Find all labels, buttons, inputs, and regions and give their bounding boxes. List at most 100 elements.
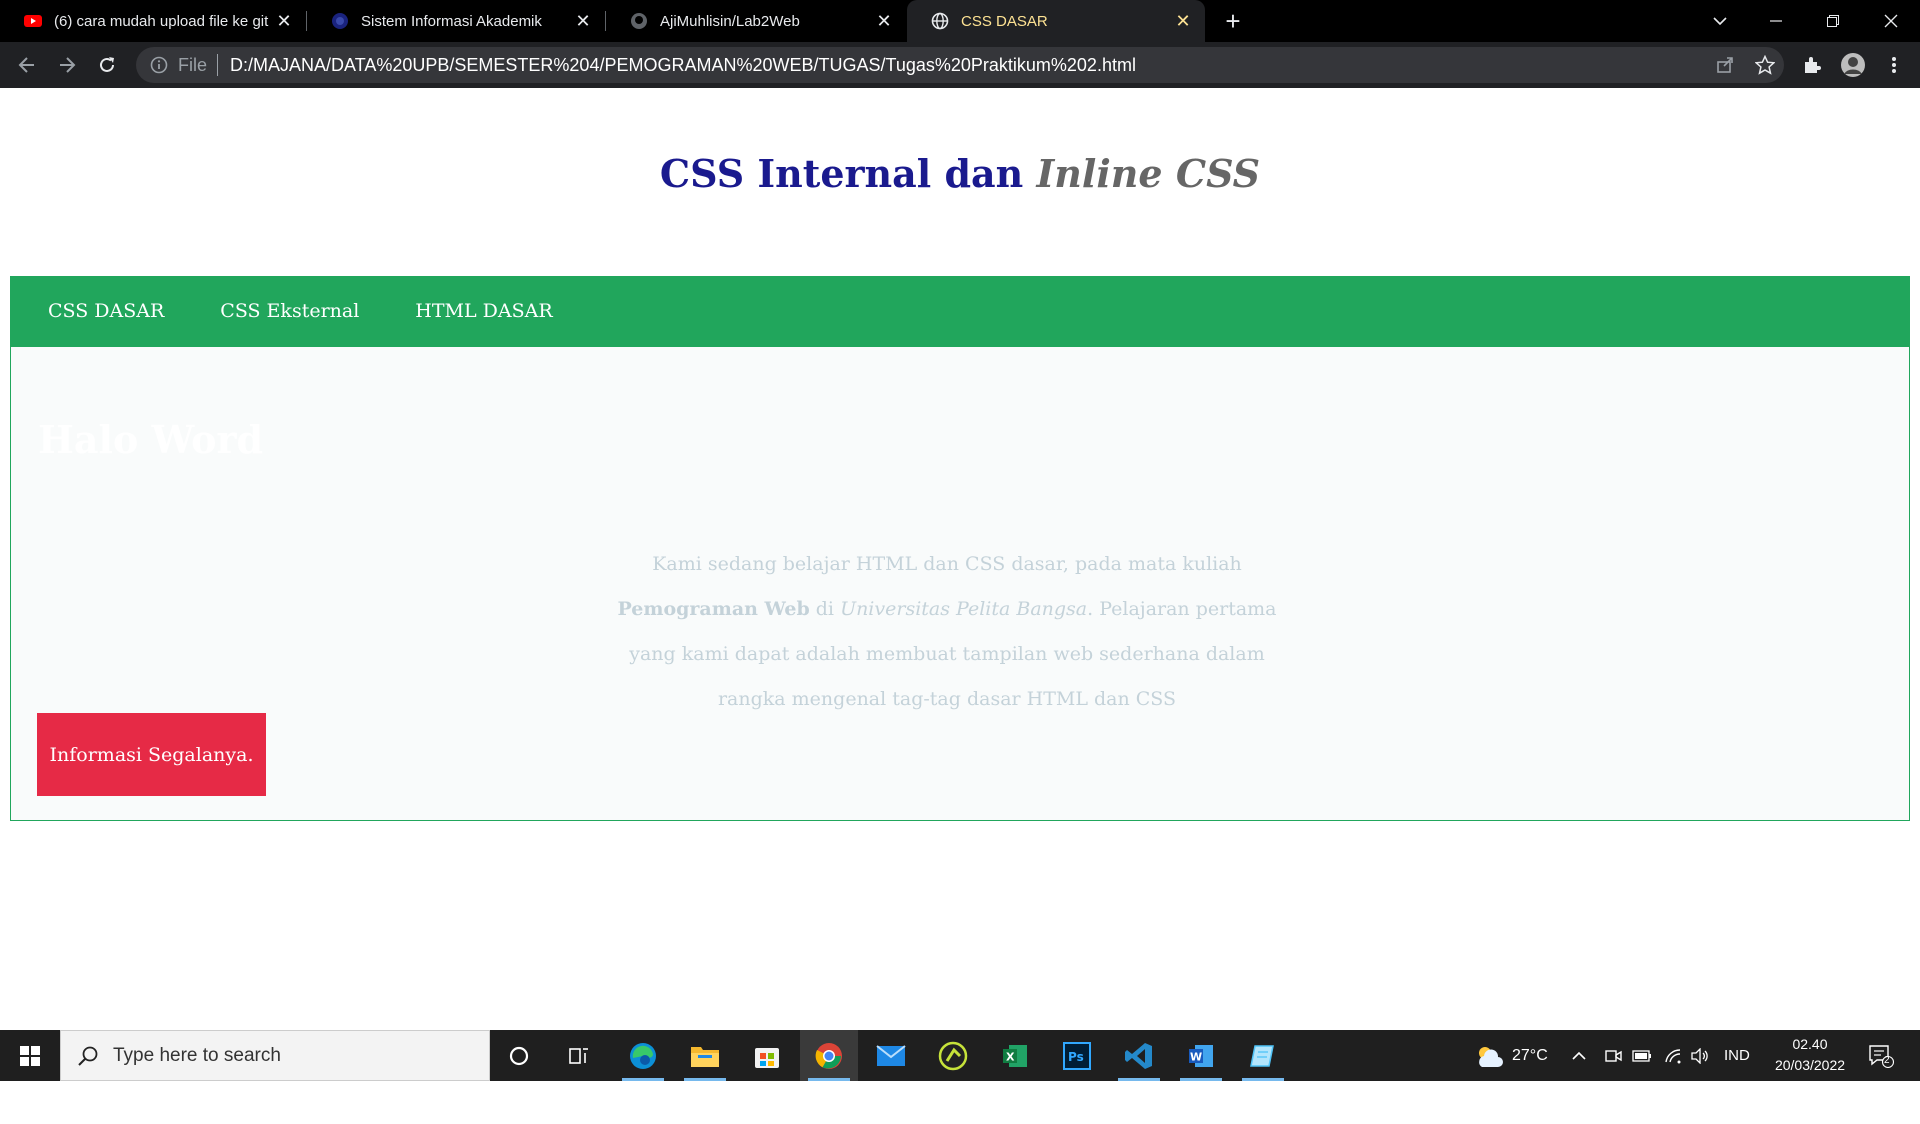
share-button[interactable] [1710, 50, 1740, 80]
edge-icon [630, 1042, 656, 1069]
photoshop-button[interactable]: Ps [1048, 1030, 1106, 1081]
tab-youtube[interactable]: (6) cara mudah upload file ke git ✕ [0, 0, 306, 42]
github-icon [631, 13, 647, 29]
avatar-icon [1841, 53, 1865, 77]
info-button[interactable]: Informasi Segalanya. [37, 713, 266, 796]
app-button[interactable] [924, 1030, 982, 1081]
notification-count: 2 [1884, 1055, 1890, 1066]
page-title: CSS Internal dan Inline CSS [0, 151, 1920, 196]
excel-button[interactable]: X [986, 1030, 1044, 1081]
word-button[interactable]: W [1172, 1030, 1230, 1081]
hello-heading: Halo Word [38, 417, 264, 462]
cortana-button[interactable] [490, 1030, 548, 1081]
tab-search-button[interactable] [1692, 0, 1748, 42]
intro-paragraph: Kami sedang belajar HTML dan CSS dasar, … [597, 542, 1297, 722]
taskbar: Type here to search X Ps W 27°C IND 02.4… [0, 1030, 1920, 1081]
clock-time: 02.40 [1792, 1036, 1828, 1052]
tab-title: CSS DASAR [961, 12, 1048, 30]
info-icon[interactable] [150, 56, 168, 74]
intro-text: Kami sedang belajar HTML dan CSS dasar, … [652, 553, 1242, 575]
network-button[interactable] [1664, 1030, 1682, 1081]
cortana-icon [509, 1046, 529, 1065]
word-icon: W [1189, 1044, 1213, 1067]
more-vert-icon [1892, 57, 1896, 73]
notepad-button[interactable] [1234, 1030, 1292, 1081]
file-explorer-icon [691, 1046, 719, 1067]
task-view-button[interactable] [550, 1030, 608, 1081]
arrow-right-icon [60, 57, 76, 73]
input-language[interactable]: IND [1724, 1030, 1750, 1081]
url-text[interactable]: D:/MAJANA/DATA%20UPB/SEMESTER%204/PEMOGR… [230, 55, 1136, 76]
profile-button[interactable] [1838, 50, 1868, 80]
minimize-button[interactable] [1748, 0, 1804, 42]
globe-icon [931, 12, 949, 30]
mail-button[interactable] [862, 1030, 920, 1081]
puzzle-icon [1805, 57, 1821, 73]
back-button[interactable] [12, 50, 42, 80]
start-button[interactable] [0, 1030, 60, 1081]
store-icon [755, 1047, 779, 1068]
task-view-icon [569, 1047, 588, 1064]
chevron-down-icon [1713, 17, 1727, 26]
restore-button[interactable] [1805, 0, 1861, 42]
show-hidden-icons[interactable] [1572, 1030, 1586, 1081]
volume-button[interactable] [1690, 1030, 1710, 1081]
store-button[interactable] [738, 1030, 796, 1081]
close-icon[interactable]: ✕ [575, 11, 591, 31]
tab-title: (6) cara mudah upload file ke git [54, 12, 269, 30]
extensions-button[interactable] [1797, 50, 1827, 80]
taskbar-search[interactable]: Type here to search [60, 1030, 490, 1081]
close-icon[interactable]: ✕ [1175, 11, 1191, 31]
svg-text:W: W [1190, 1050, 1202, 1063]
nav-link-html-dasar[interactable]: HTML DASAR [415, 300, 552, 322]
tab-title: Sistem Informasi Akademik [361, 12, 542, 30]
edge-button[interactable] [614, 1030, 672, 1081]
youtube-icon [24, 15, 42, 27]
search-placeholder: Type here to search [113, 1044, 281, 1066]
clock-date: 20/03/2022 [1774, 1057, 1846, 1073]
new-tab-button[interactable]: + [1205, 0, 1261, 42]
clock[interactable]: 02.40 20/03/2022 [1760, 1034, 1860, 1076]
url-separator [217, 54, 219, 76]
tab-css-dasar[interactable]: CSS DASAR ✕ [907, 0, 1205, 42]
file-label: File [178, 54, 208, 75]
close-window-button[interactable] [1863, 0, 1919, 42]
meet-now-button[interactable] [1604, 1030, 1622, 1081]
photoshop-icon: Ps [1063, 1041, 1091, 1070]
arrow-left-icon [18, 57, 34, 73]
page-title-main: CSS Internal dan [659, 151, 1037, 196]
intro-text: di [809, 598, 841, 620]
reload-icon [100, 57, 114, 72]
reload-button[interactable] [92, 50, 122, 80]
vscode-button[interactable] [1110, 1030, 1168, 1081]
app-icon [938, 1041, 968, 1070]
tab-siakad[interactable]: Sistem Informasi Akademik ✕ [307, 0, 605, 42]
menu-button[interactable] [1879, 50, 1909, 80]
camera-icon [1605, 1049, 1622, 1062]
battery-icon [1632, 1049, 1651, 1062]
share-icon [1717, 57, 1733, 73]
address-bar[interactable]: File D:/MAJANA/DATA%20UPB/SEMESTER%204/P… [136, 47, 1784, 83]
minimize-icon [1770, 20, 1782, 22]
windows-logo-icon [20, 1045, 40, 1066]
file-explorer-button[interactable] [676, 1030, 734, 1081]
nav-link-css-dasar[interactable]: CSS DASAR [48, 300, 164, 322]
chrome-button[interactable] [800, 1030, 858, 1081]
battery-button[interactable] [1632, 1030, 1652, 1081]
notification-icon [1869, 1044, 1894, 1068]
wifi-icon [1665, 1048, 1681, 1063]
restore-icon [1827, 15, 1839, 27]
forward-button[interactable] [52, 50, 82, 80]
tab-github[interactable]: AjiMuhlisin/Lab2Web ✕ [606, 0, 906, 42]
close-icon[interactable]: ✕ [276, 11, 292, 31]
intro-italic: Universitas Pelita Bangsa [840, 598, 1088, 620]
close-icon[interactable]: ✕ [876, 11, 892, 31]
web-page: CSS Internal dan Inline CSS CSS DASAR CS… [0, 88, 1920, 1030]
intro-bold: Pemograman Web [617, 598, 810, 620]
action-center-button[interactable]: 2 [1868, 1030, 1894, 1081]
bookmark-button[interactable] [1750, 50, 1780, 80]
chevron-up-icon [1572, 1051, 1586, 1060]
nav-link-css-eksternal[interactable]: CSS Eksternal [220, 300, 359, 322]
close-icon [1884, 14, 1898, 28]
weather-widget[interactable]: 27°C [1474, 1030, 1548, 1081]
